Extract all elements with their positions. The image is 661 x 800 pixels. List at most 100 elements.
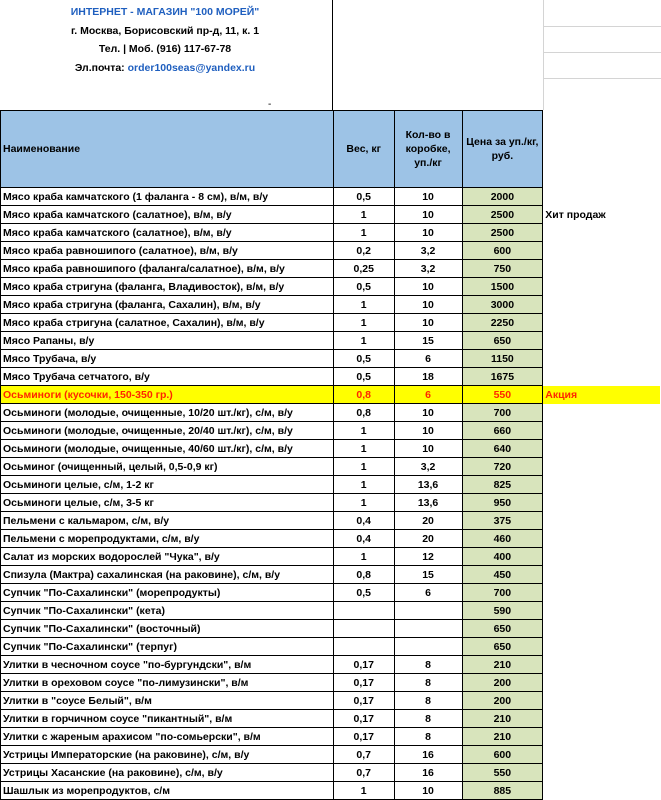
cell-weight: 1 bbox=[332, 421, 395, 440]
shop-email-line: Эл.почта: order100seas@yandex.ru bbox=[0, 62, 330, 75]
table-row: Пельмени с морепродуктами, с/м, в/у 0,4 20… bbox=[0, 529, 661, 548]
table-row: Мясо краба равношипого (салатное), в/м, … bbox=[0, 241, 661, 260]
cell-name: Мясо краба стригуна (фаланга, Сахалин), … bbox=[0, 295, 334, 314]
cell-price: 950 bbox=[461, 493, 544, 512]
cell-weight: 1 bbox=[332, 493, 395, 512]
cell-note bbox=[543, 656, 661, 674]
cell-qty: 10 bbox=[393, 187, 463, 206]
cell-weight bbox=[332, 637, 395, 656]
cell-name: Устрицы Хасанские (на раковине), с/м, в/… bbox=[0, 763, 334, 782]
cell-note bbox=[543, 530, 661, 548]
grid-line bbox=[543, 0, 544, 110]
table-row: Устрицы Императорские (на раковине), с/м… bbox=[0, 745, 661, 764]
cell-note bbox=[543, 422, 661, 440]
cell-note bbox=[543, 548, 661, 566]
cell-weight: 1 bbox=[332, 223, 395, 242]
dash-mark: - bbox=[268, 99, 272, 110]
cell-weight: 0,5 bbox=[332, 277, 395, 296]
cell-note bbox=[543, 692, 661, 710]
cell-name: Мясо краба камчатского (салатное), в/м, … bbox=[0, 205, 334, 224]
table-row: Супчик "По-Сахалински" (кета) 590 bbox=[0, 601, 661, 620]
shop-title: ИНТЕРНЕТ - МАГАЗИН "100 МОРЕЙ" bbox=[70, 6, 260, 18]
cell-price: 3000 bbox=[461, 295, 544, 314]
email-link[interactable]: order100seas@yandex.ru bbox=[128, 62, 256, 74]
cell-qty: 20 bbox=[393, 511, 463, 530]
cell-weight: 0,4 bbox=[332, 511, 395, 530]
cell-weight: 1 bbox=[332, 781, 395, 800]
cell-name: Мясо краба равношипого (салатное), в/м, … bbox=[0, 241, 334, 260]
table-row: Супчик "По-Сахалински" (морепродукты) 0,5… bbox=[0, 583, 661, 602]
shop-address: г. Москва, Борисовский пр-д, 11, к. 1 bbox=[70, 25, 260, 37]
cell-weight: 0,5 bbox=[332, 367, 395, 386]
cell-qty bbox=[393, 601, 463, 620]
cell-qty: 13,6 bbox=[393, 493, 463, 512]
cell-weight: 0,8 bbox=[332, 565, 395, 584]
cell-note bbox=[543, 674, 661, 692]
cell-weight: 1 bbox=[332, 439, 395, 458]
cell-weight: 0,7 bbox=[332, 745, 395, 764]
cell-name: Мясо Трубача сетчатого, в/у bbox=[0, 367, 334, 386]
cell-qty: 10 bbox=[393, 439, 463, 458]
cell-price: 825 bbox=[461, 475, 544, 494]
shop-header: ИНТЕРНЕТ - МАГАЗИН "100 МОРЕЙ" г. Москва… bbox=[0, 0, 661, 110]
cell-note bbox=[543, 368, 661, 386]
table-row: Осьминоги целые, с/м, 1-2 кг 1 13,6 825 bbox=[0, 475, 661, 494]
cell-weight: 1 bbox=[332, 547, 395, 566]
cell-qty: 6 bbox=[393, 349, 463, 368]
cell-name: Мясо краба стригуна (салатное, Сахалин),… bbox=[0, 313, 334, 332]
cell-note bbox=[543, 710, 661, 728]
table-row: Мясо Трубача сетчатого, в/у 0,5 18 1675 bbox=[0, 367, 661, 386]
table-row: Устрицы Хасанские (на раковине), с/м, в/… bbox=[0, 763, 661, 782]
cell-qty: 6 bbox=[393, 385, 463, 404]
grid-line bbox=[543, 52, 661, 53]
cell-price: 460 bbox=[461, 529, 544, 548]
cell-name: Улитки в чесночном соусе "по-бургундски"… bbox=[0, 655, 334, 674]
table-header-row: Наименование Вес, кг Кол-во в коробке, у… bbox=[0, 110, 661, 188]
cell-price: 640 bbox=[461, 439, 544, 458]
cell-note bbox=[543, 746, 661, 764]
cell-price: 2000 bbox=[461, 187, 544, 206]
cell-note bbox=[543, 296, 661, 314]
cell-note bbox=[543, 224, 661, 242]
cell-qty: 8 bbox=[393, 709, 463, 728]
cell-weight: 0,8 bbox=[332, 403, 395, 422]
cell-price: 600 bbox=[461, 241, 544, 260]
cell-price: 375 bbox=[461, 511, 544, 530]
table-row: Мясо краба камчатского (салатное), в/м, … bbox=[0, 223, 661, 242]
cell-weight: 0,5 bbox=[332, 583, 395, 602]
cell-name: Осьминоги (молодые, очищенные, 20/40 шт.… bbox=[0, 421, 334, 440]
cell-weight bbox=[332, 601, 395, 620]
cell-name: Пельмени с морепродуктами, с/м, в/у bbox=[0, 529, 334, 548]
cell-weight bbox=[332, 619, 395, 638]
cell-name: Супчик "По-Сахалински" (восточный) bbox=[0, 619, 334, 638]
cell-price: 720 bbox=[461, 457, 544, 476]
column-divider bbox=[332, 0, 333, 110]
cell-qty: 20 bbox=[393, 529, 463, 548]
cell-price: 1150 bbox=[461, 349, 544, 368]
cell-weight: 0,5 bbox=[332, 187, 395, 206]
table-row: Мясо краба стригуна (салатное, Сахалин),… bbox=[0, 313, 661, 332]
cell-qty bbox=[393, 619, 463, 638]
cell-note: Хит продаж bbox=[545, 208, 606, 221]
cell-note bbox=[543, 782, 661, 800]
cell-note bbox=[543, 350, 661, 368]
cell-note bbox=[543, 260, 661, 278]
cell-weight: 0,25 bbox=[332, 259, 395, 278]
cell-qty: 10 bbox=[393, 313, 463, 332]
cell-name: Улитки в "соусе Белый", в/м bbox=[0, 691, 334, 710]
cell-note bbox=[543, 602, 661, 620]
table-row: Мясо Рапаны, в/у 1 15 650 bbox=[0, 331, 661, 350]
cell-qty: 15 bbox=[393, 331, 463, 350]
table-row: Мясо Трубача, в/у 0,5 6 1150 bbox=[0, 349, 661, 368]
table-row: Мясо краба стригуна (фаланга, Сахалин), … bbox=[0, 295, 661, 314]
cell-price: 650 bbox=[461, 619, 544, 638]
cell-name: Улитки в ореховом соусе "по-лимузински",… bbox=[0, 673, 334, 692]
cell-price: 450 bbox=[461, 565, 544, 584]
cell-price: 885 bbox=[461, 781, 544, 800]
cell-weight: 0,7 bbox=[332, 763, 395, 782]
cell-price: 210 bbox=[461, 727, 544, 746]
cell-name: Супчик "По-Сахалински" (кета) bbox=[0, 601, 334, 620]
table-row: Супчик "По-Сахалински" (терпуг) 650 bbox=[0, 637, 661, 656]
cell-name: Супчик "По-Сахалински" (терпуг) bbox=[0, 637, 334, 656]
cell-weight: 1 bbox=[332, 313, 395, 332]
